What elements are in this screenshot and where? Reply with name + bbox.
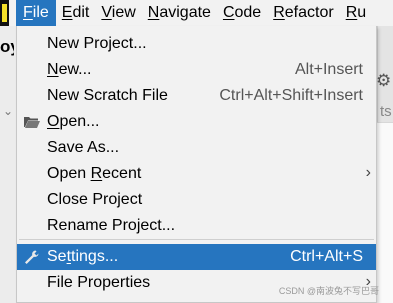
menu-separator (19, 239, 374, 240)
menu-file[interactable]: File (16, 0, 56, 26)
menu-edit[interactable]: Edit (56, 0, 96, 26)
menu-code[interactable]: Code (217, 0, 267, 26)
menu-item-label: Save As... (47, 139, 120, 156)
project-panel-title: oyt (0, 37, 14, 56)
menu-item-shortcut: Alt+Insert (294, 61, 363, 78)
menu-item-shortcut: Ctrl+Alt+Shift+Insert (219, 87, 363, 104)
wrench-icon (23, 249, 41, 265)
menu-item-save-as[interactable]: Save As... (17, 135, 376, 161)
menu-item-open[interactable]: Open... (17, 109, 376, 135)
menu-run[interactable]: Ru (340, 0, 372, 26)
menu-item-open-recent[interactable]: Open Recent › (17, 161, 376, 187)
menu-navigate[interactable]: Navigate (142, 0, 217, 26)
menu-item-label: New Project... (47, 35, 147, 52)
right-panel (377, 122, 393, 303)
folder-open-icon (23, 114, 41, 130)
menu-item-new[interactable]: New... Alt+Insert (17, 57, 376, 83)
menu-item-shortcut: Ctrl+Alt+S (290, 248, 363, 265)
menu-item-label: New Scratch File (47, 87, 168, 104)
chevron-right-icon: › (365, 164, 371, 181)
menu-item-label: Open... (47, 113, 100, 130)
menu-item-label: New... (47, 61, 92, 78)
menu-item-close-project[interactable]: Close Project (17, 187, 376, 213)
file-menu-dropdown: New Project... New... Alt+Insert New Scr… (16, 26, 377, 303)
watermark: CSDN @南波兔不写巴哥 (278, 286, 379, 296)
menu-item-new-project[interactable]: New Project... (17, 31, 376, 57)
left-tool-strip (0, 26, 16, 303)
menu-item-label: File Properties (47, 274, 151, 291)
menu-item-new-scratch-file[interactable]: New Scratch File Ctrl+Alt+Shift+Insert (17, 83, 376, 109)
gear-icon[interactable]: ⚙ (376, 71, 391, 91)
ide-window: oyt ⌄ ⚙ ts File Edit View Navigate Code … (0, 0, 393, 303)
menu-item-rename-project[interactable]: Rename Project... (17, 213, 376, 239)
app-logo-icon (0, 0, 9, 26)
menu-bar: File Edit View Navigate Code Refactor Ru (0, 0, 393, 26)
menu-item-settings[interactable]: Settings... Ctrl+Alt+S (17, 244, 376, 270)
menu-item-label: Open Recent (47, 165, 142, 182)
menu-item-label: Settings... (47, 248, 119, 265)
menu-item-label: Close Project (47, 191, 143, 208)
menu-refactor[interactable]: Refactor (267, 0, 339, 26)
right-panel-text: ts (380, 103, 392, 120)
menu-view[interactable]: View (95, 0, 141, 26)
menu-item-label: Rename Project... (47, 217, 176, 234)
chevron-down-icon[interactable]: ⌄ (3, 104, 13, 118)
